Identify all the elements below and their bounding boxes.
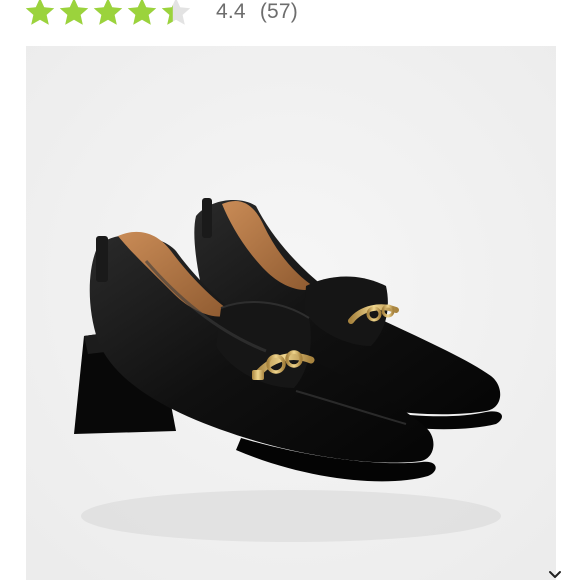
product-image[interactable] [26, 46, 556, 580]
star-icon [25, 0, 55, 25]
star-icon [93, 0, 123, 25]
star-icon [127, 0, 157, 25]
star-rating [24, 0, 194, 28]
chevron-down-icon[interactable] [548, 570, 562, 580]
star-icon [161, 0, 191, 25]
product-rating[interactable]: 4.4 (57) [24, 0, 298, 30]
rating-score: 4.4 [216, 0, 246, 23]
star-icon [59, 0, 89, 25]
rating-summary: 4.4 (57) [216, 0, 298, 24]
review-count: (57) [259, 0, 298, 23]
loafer-pumps-image [26, 46, 556, 580]
